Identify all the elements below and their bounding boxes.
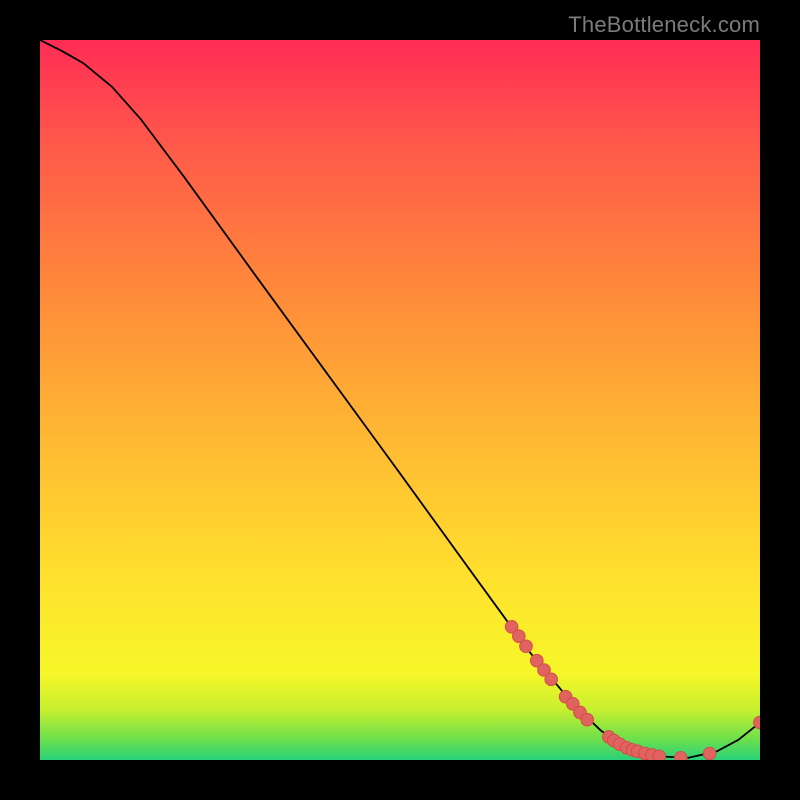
watermark-text: TheBottleneck.com <box>568 12 760 38</box>
data-marker <box>653 750 666 760</box>
data-marker <box>520 640 533 653</box>
gradient-bg <box>40 40 760 760</box>
data-marker <box>581 713 594 726</box>
data-marker <box>545 673 558 686</box>
data-marker <box>703 747 716 760</box>
data-marker <box>675 752 688 760</box>
chart-frame: TheBottleneck.com <box>0 0 800 800</box>
chart-plot <box>40 40 760 760</box>
